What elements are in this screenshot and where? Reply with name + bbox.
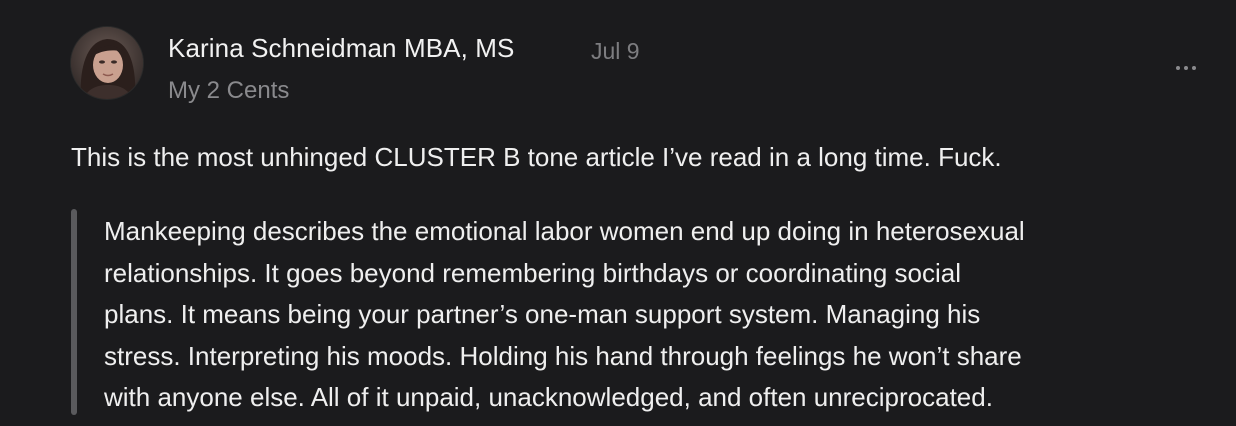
quote-line: relationships. It goes beyond rememberin…	[104, 257, 962, 288]
ellipsis-icon	[1192, 66, 1196, 70]
quote-line: Mankeeping describes the emotional labor…	[104, 216, 1025, 246]
quote-bar	[71, 209, 77, 415]
avatar-photo-icon	[71, 27, 143, 99]
quote-line: plans. It means being your partner’s one…	[104, 299, 981, 329]
more-options-button[interactable]	[1168, 56, 1204, 80]
comment-body: This is the most unhinged CLUSTER B tone…	[71, 142, 1002, 172]
publication-name[interactable]: My 2 Cents	[168, 77, 289, 105]
author-avatar[interactable]	[71, 27, 143, 99]
quoted-excerpt: Mankeeping describes the emotional labor…	[71, 209, 1221, 415]
post-date[interactable]: Jul 9	[591, 38, 640, 65]
quote-text: Mankeeping describes the emotional labor…	[104, 211, 1025, 419]
ellipsis-icon	[1176, 66, 1180, 70]
quote-line: with anyone else. All of it unpaid, unac…	[104, 382, 993, 412]
comment: Karina Schneidman MBA, MS Jul 9 My 2 Cen…	[0, 0, 1236, 426]
author-name[interactable]: Karina Schneidman MBA, MS	[168, 33, 514, 64]
quote-line: stress. Interpreting his moods. Holding …	[104, 340, 1022, 371]
ellipsis-icon	[1184, 66, 1188, 70]
